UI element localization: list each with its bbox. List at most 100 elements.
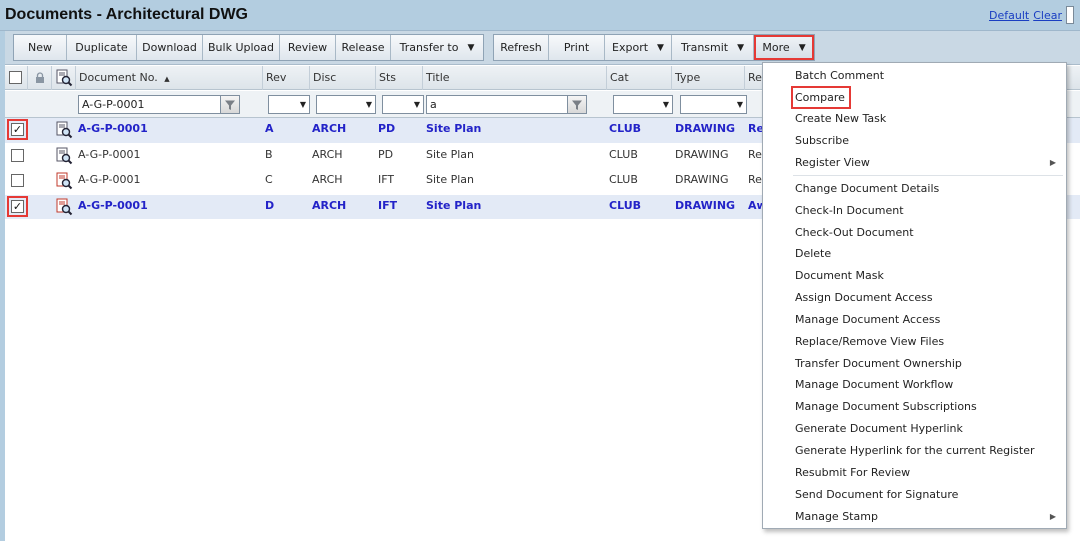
caret-down-icon: ▼ [299, 100, 306, 109]
duplicate-button[interactable]: Duplicate [67, 35, 137, 60]
menu-item-manage-document-workflow[interactable]: Manage Document Workflow [763, 374, 1066, 395]
view-document-icon[interactable] [55, 147, 73, 165]
caret-down-icon: ▼ [798, 42, 806, 53]
rev-cell: D [265, 198, 275, 212]
clear-link[interactable]: Clear [1033, 9, 1062, 22]
submenu-arrow-icon: ▶ [1049, 512, 1056, 521]
sts-cell: PD [378, 122, 396, 135]
toolbar-group-primary: New Duplicate Download Bulk Upload Revie… [13, 34, 484, 61]
title-header[interactable]: Title [423, 66, 607, 90]
funnel-icon [225, 100, 235, 110]
disc-header[interactable]: Disc [310, 66, 376, 90]
type-filter-select[interactable]: ▼ [680, 95, 747, 114]
doc-no-filter-input[interactable]: A-G-P-0001 [78, 95, 221, 114]
select-all-header [5, 66, 28, 90]
cat-cell: CLUB [609, 173, 638, 186]
rev-header[interactable]: Rev [263, 66, 310, 90]
doc-no-cell[interactable]: A-G-P-0001 [78, 148, 141, 161]
caret-down-icon: ▼ [662, 100, 669, 109]
doc-no-filter-button[interactable] [220, 95, 240, 114]
re-cell: Re [748, 147, 762, 161]
transfer-to-button[interactable]: Transfer to ▼ [391, 35, 483, 60]
doc-no-cell[interactable]: A-G-P-0001 [78, 199, 148, 212]
menu-item-resubmit-for-review[interactable]: Resubmit For Review [763, 462, 1066, 483]
menu-item-manage-document-access[interactable]: Manage Document Access [763, 309, 1066, 330]
rev-filter-select[interactable]: ▼ [268, 95, 310, 114]
menu-item-replace-remove-view-files[interactable]: Replace/Remove View Files [763, 331, 1066, 352]
cat-cell: CLUB [609, 198, 642, 212]
cat-header[interactable]: Cat [607, 66, 672, 90]
select-all-checkbox[interactable] [9, 71, 22, 84]
menu-item-subscribe[interactable]: Subscribe [763, 130, 1066, 151]
type-cell: DRAWING [675, 122, 736, 135]
menu-item-document-mask[interactable]: Document Mask [763, 265, 1066, 286]
menu-item-delete[interactable]: Delete [763, 243, 1066, 264]
disc-cell: ARCH [312, 122, 347, 135]
type-header[interactable]: Type [672, 66, 745, 90]
submenu-arrow-icon: ▶ [1049, 158, 1056, 167]
sort-ascending-icon: ▲ [164, 75, 170, 83]
title-filter-button[interactable] [567, 95, 587, 114]
caret-down-icon: ▼ [413, 100, 420, 109]
row-checkbox[interactable] [11, 174, 24, 187]
title-cell: Site Plan [426, 122, 482, 135]
menu-item-assign-document-access[interactable]: Assign Document Access [763, 287, 1066, 308]
menu-item-check-out-document[interactable]: Check-Out Document [763, 222, 1066, 243]
menu-item-batch-comment[interactable]: Batch Comment [763, 65, 1066, 86]
release-button[interactable]: Release [336, 35, 391, 60]
rev-cell: B [265, 147, 273, 161]
menu-item-manage-document-subscriptions[interactable]: Manage Document Subscriptions [763, 396, 1066, 417]
re-cell: Re [748, 173, 762, 186]
new-button[interactable]: New [14, 35, 67, 60]
caret-down-icon: ▼ [657, 42, 664, 53]
title-bar: Documents - Architectural DWG Default Cl… [0, 0, 1080, 31]
toolbar: New Duplicate Download Bulk Upload Revie… [5, 31, 1080, 65]
disc-filter-select[interactable]: ▼ [316, 95, 376, 114]
sts-cell: PD [378, 147, 394, 161]
menu-item-generate-document-hyperlink[interactable]: Generate Document Hyperlink [763, 418, 1066, 439]
view-document-red-icon[interactable] [55, 172, 73, 190]
review-button[interactable]: Review [280, 35, 336, 60]
sts-header[interactable]: Sts [376, 66, 423, 90]
more-button[interactable]: More ▼ [754, 35, 814, 60]
title-filter-input[interactable]: a [426, 95, 568, 114]
rev-cell: A [265, 122, 274, 135]
menu-item-transfer-document-ownership[interactable]: Transfer Document Ownership [763, 353, 1066, 374]
title-cell: Site Plan [426, 147, 475, 161]
sts-filter-select[interactable]: ▼ [382, 95, 424, 114]
menu-item-change-document-details[interactable]: Change Document Details [763, 178, 1066, 199]
cat-cell: CLUB [609, 147, 638, 161]
top-search-input[interactable] [1066, 6, 1074, 24]
doc-no-header[interactable]: Document No. ▲ [76, 66, 263, 90]
toolbar-group-secondary: Refresh Print Export ▼ Transmit ▼ More ▼ [493, 34, 815, 61]
refresh-button[interactable]: Refresh [494, 35, 549, 60]
doc-no-header-label: Document No. [79, 71, 158, 84]
row-checkbox[interactable]: ✓ [11, 199, 24, 213]
menu-item-generate-hyperlink-current-register[interactable]: Generate Hyperlink for the current Regis… [763, 440, 1066, 461]
disc-cell: ARCH [312, 198, 347, 212]
view-document-red-icon[interactable] [55, 198, 73, 216]
caret-down-icon: ▼ [737, 42, 745, 53]
menu-item-create-new-task[interactable]: Create New Task [763, 108, 1066, 129]
menu-item-manage-stamp[interactable]: Manage Stamp ▶ [763, 506, 1066, 527]
export-button[interactable]: Export ▼ [605, 35, 672, 60]
doc-no-cell[interactable]: A-G-P-0001 [78, 173, 141, 186]
transmit-button[interactable]: Transmit ▼ [672, 35, 754, 60]
row-checkbox[interactable]: ✓ [11, 123, 24, 136]
cat-filter-select[interactable]: ▼ [613, 95, 673, 114]
disc-cell: ARCH [312, 147, 343, 161]
sts-cell: IFT [378, 173, 395, 186]
print-button[interactable]: Print [549, 35, 605, 60]
transmit-label: Transmit [680, 41, 729, 54]
title-cell: Site Plan [426, 173, 475, 186]
menu-item-check-in-document[interactable]: Check-In Document [763, 200, 1066, 221]
view-document-icon[interactable] [55, 121, 73, 139]
menu-item-send-document-for-signature[interactable]: Send Document for Signature [763, 484, 1066, 505]
download-button[interactable]: Download [137, 35, 203, 60]
caret-down-icon: ▼ [736, 100, 743, 109]
default-link[interactable]: Default [989, 9, 1029, 22]
doc-no-cell[interactable]: A-G-P-0001 [78, 122, 148, 135]
row-checkbox[interactable] [11, 148, 24, 162]
bulk-upload-button[interactable]: Bulk Upload [203, 35, 280, 60]
menu-item-register-view[interactable]: Register View ▶ [763, 152, 1066, 173]
